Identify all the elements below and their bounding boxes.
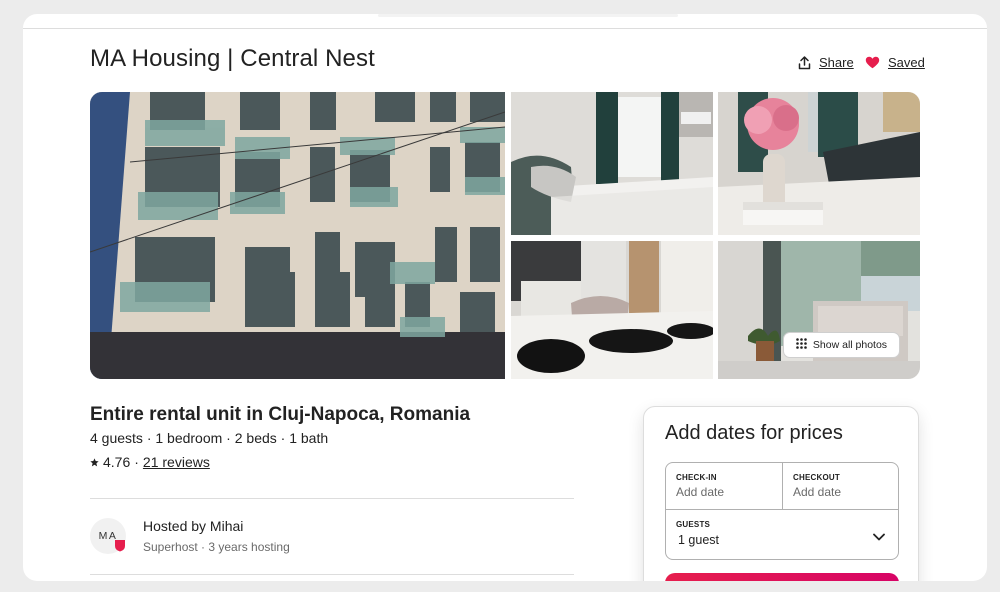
checkout-field[interactable]: CHECKOUT Add date bbox=[783, 463, 899, 509]
photo-flowers-living-room[interactable] bbox=[718, 92, 920, 235]
saved-label: Saved bbox=[888, 55, 925, 70]
host-meta: Superhost · 3 years hosting bbox=[143, 540, 290, 554]
rating-row: 4.76 · 21 reviews bbox=[90, 454, 210, 470]
listing-type-heading: Entire rental unit in Cluj-Napoca, Roman… bbox=[90, 404, 471, 425]
checkin-label: CHECK-IN bbox=[676, 473, 717, 482]
guests-selector[interactable]: GUESTS 1 guest bbox=[666, 510, 899, 560]
listing-title: MA Housing | Central Nest bbox=[90, 45, 375, 72]
host-name: Hosted by Mihai bbox=[143, 518, 244, 534]
sheet-grabber bbox=[378, 14, 678, 17]
show-all-photos-label: Show all photos bbox=[812, 339, 888, 351]
superhost-badge-icon bbox=[114, 539, 126, 552]
reserve-button[interactable] bbox=[665, 573, 899, 581]
guests-label: GUESTS bbox=[676, 520, 711, 529]
top-divider bbox=[23, 28, 987, 29]
photo-kitchen-dining[interactable] bbox=[511, 241, 713, 379]
chevron-down-icon bbox=[873, 528, 885, 546]
share-button[interactable]: Share bbox=[798, 55, 854, 70]
share-label: Share bbox=[819, 55, 854, 70]
checkin-value: Add date bbox=[676, 485, 725, 499]
photo-bedroom[interactable] bbox=[511, 92, 713, 235]
photo-building-exterior[interactable] bbox=[90, 92, 505, 379]
guests-value: 1 guest bbox=[678, 533, 720, 547]
rating-separator: · bbox=[134, 454, 139, 470]
listing-sheet: MA Housing | Central Nest Share Saved Sh… bbox=[23, 14, 987, 581]
photo-balcony-plant[interactable] bbox=[718, 241, 920, 379]
date-guest-picker: CHECK-IN Add date CHECKOUT Add date GUES… bbox=[665, 462, 899, 560]
listing-details: 4 guests · 1 bedroom · 2 beds · 1 bath bbox=[90, 430, 329, 446]
heart-icon bbox=[865, 56, 880, 69]
saved-button[interactable]: Saved bbox=[865, 55, 925, 70]
checkout-label: CHECKOUT bbox=[793, 473, 840, 482]
rating-value: 4.76 bbox=[103, 454, 131, 470]
share-icon bbox=[798, 55, 811, 70]
grid-dots-icon bbox=[796, 338, 807, 352]
section-divider bbox=[90, 498, 574, 499]
reviews-link[interactable]: 21 reviews bbox=[143, 454, 210, 470]
booking-card: Add dates for prices CHECK-IN Add date C… bbox=[643, 406, 919, 581]
checkout-value: Add date bbox=[793, 485, 842, 499]
star-icon bbox=[90, 454, 99, 470]
section-divider-bottom bbox=[90, 574, 574, 575]
show-all-photos-button[interactable]: Show all photos bbox=[783, 332, 900, 358]
booking-heading: Add dates for prices bbox=[665, 422, 843, 444]
checkin-field[interactable]: CHECK-IN Add date bbox=[666, 463, 782, 509]
